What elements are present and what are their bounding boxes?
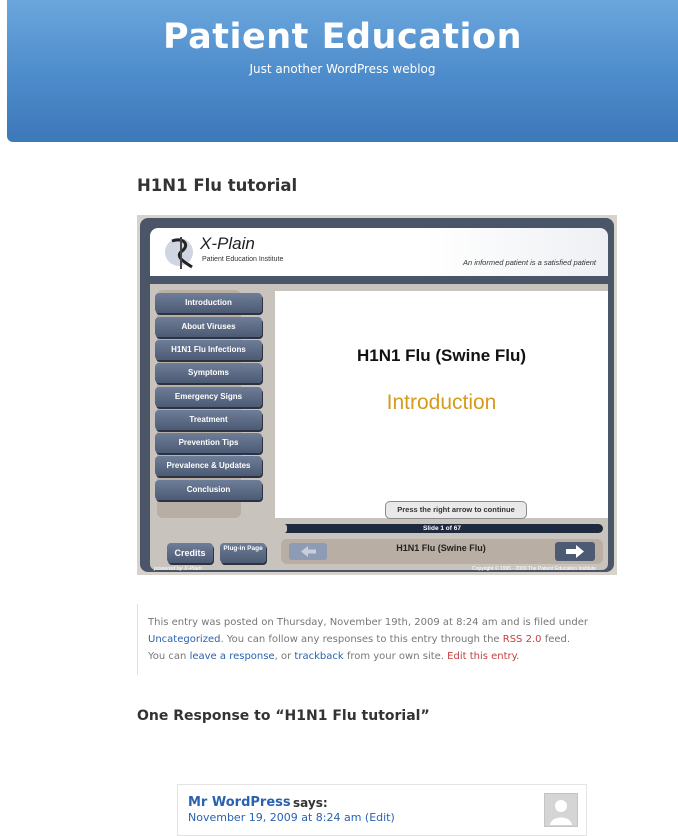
arrow-right-icon <box>566 545 584 558</box>
responses-heading: One Response to “H1N1 Flu tutorial” <box>137 708 430 724</box>
postmeta-text: This entry was posted on Thursday, Novem… <box>148 617 588 628</box>
xplain-logo-subtitle: Patient Education Institute <box>202 256 284 263</box>
menu-item-treatment[interactable]: Treatment <box>155 410 262 430</box>
leave-response-link[interactable]: leave a response <box>190 651 275 662</box>
xplain-logo-icon <box>165 237 193 269</box>
menu-item-conclusion[interactable]: Conclusion <box>155 480 262 500</box>
previous-slide-button[interactable] <box>289 543 327 560</box>
postmeta-text: . <box>516 651 520 662</box>
postmeta-text: You can <box>148 651 187 662</box>
menu-item-introduction[interactable]: Introduction <box>155 293 262 313</box>
site-description: Just another WordPress weblog <box>249 62 436 76</box>
post-metadata: This entry was posted on Thursday, Novem… <box>137 604 588 675</box>
post-title[interactable]: H1N1 Flu tutorial <box>137 175 297 197</box>
category-link[interactable]: Uncategorized <box>148 634 220 645</box>
xplain-footer: powered by X-Plain Copyright © 1995 - 20… <box>150 566 608 576</box>
menu-item-h1n1-infections[interactable]: H1N1 Flu Infections <box>155 340 262 360</box>
powered-by: powered by X-Plain <box>154 566 202 572</box>
menu-item-emergency-signs[interactable]: Emergency Signs <box>155 387 262 407</box>
slide-subtitle: Introduction <box>386 391 497 414</box>
copyright: Copyright © 1995 - 2009 The Patient Educ… <box>472 566 596 572</box>
edit-entry-link[interactable]: Edit this entry <box>447 651 516 662</box>
menu-item-about-viruses[interactable]: About Viruses <box>155 317 262 337</box>
xplain-slide: H1N1 Flu (Swine Flu) Introduction Press … <box>275 291 608 519</box>
site-header: Patient Education Just another WordPress… <box>7 0 678 142</box>
xplain-tagline: An informed patient is a satisfied patie… <box>463 258 596 267</box>
continue-hint: Press the right arrow to continue <box>385 501 527 519</box>
menu-item-symptoms[interactable]: Symptoms <box>155 363 262 383</box>
postmeta-text: . You can follow any responses to this e… <box>220 634 500 645</box>
menu-item-prevalence-updates[interactable]: Prevalence & Updates <box>155 456 262 476</box>
comment-edit-link[interactable]: (Edit) <box>365 811 395 824</box>
postmeta-text: feed. <box>544 634 571 645</box>
rss-link[interactable]: RSS 2.0 <box>503 634 542 645</box>
slide-nav-title: H1N1 Flu (Swine Flu) <box>396 543 486 553</box>
postmeta-text: , or <box>274 651 292 662</box>
xplain-body: Introduction About Viruses H1N1 Flu Infe… <box>150 284 608 570</box>
slide-progress-label: Slide 1 of 67 <box>423 525 461 532</box>
plugin-page-button[interactable]: Plug-in Page <box>220 543 266 563</box>
comment-says: says: <box>293 796 328 810</box>
credits-button[interactable]: Credits <box>167 543 213 563</box>
slide-progress-bar[interactable]: Slide 1 of 67 <box>281 524 603 533</box>
slide-navbar: H1N1 Flu (Swine Flu) <box>281 539 603 564</box>
comment: Mr WordPress says: November 19, 2009 at … <box>177 784 587 836</box>
comment-date-link[interactable]: November 19, 2009 at 8:24 am <box>188 811 361 824</box>
xplain-banner: X-Plain Patient Education Institute An i… <box>150 228 608 276</box>
postmeta-text: from your own site. <box>346 651 444 662</box>
site-title[interactable]: Patient Education <box>7 0 678 60</box>
menu-item-prevention-tips[interactable]: Prevention Tips <box>155 433 262 453</box>
user-avatar-icon <box>550 800 572 825</box>
trackback-link[interactable]: trackback <box>294 651 343 662</box>
comment-author-link[interactable]: Mr WordPress <box>188 795 291 810</box>
comment-date: November 19, 2009 at 8:24 am (Edit) <box>188 811 395 824</box>
next-slide-button[interactable] <box>555 542 595 561</box>
xplain-tutorial-image[interactable]: X-Plain Patient Education Institute An i… <box>137 215 617 575</box>
arrow-left-icon <box>301 546 316 557</box>
avatar <box>544 793 578 827</box>
xplain-logo-text: X-Plain <box>200 234 255 253</box>
slide-title: H1N1 Flu (Swine Flu) <box>356 346 527 365</box>
xplain-frame: X-Plain Patient Education Institute An i… <box>140 218 614 572</box>
